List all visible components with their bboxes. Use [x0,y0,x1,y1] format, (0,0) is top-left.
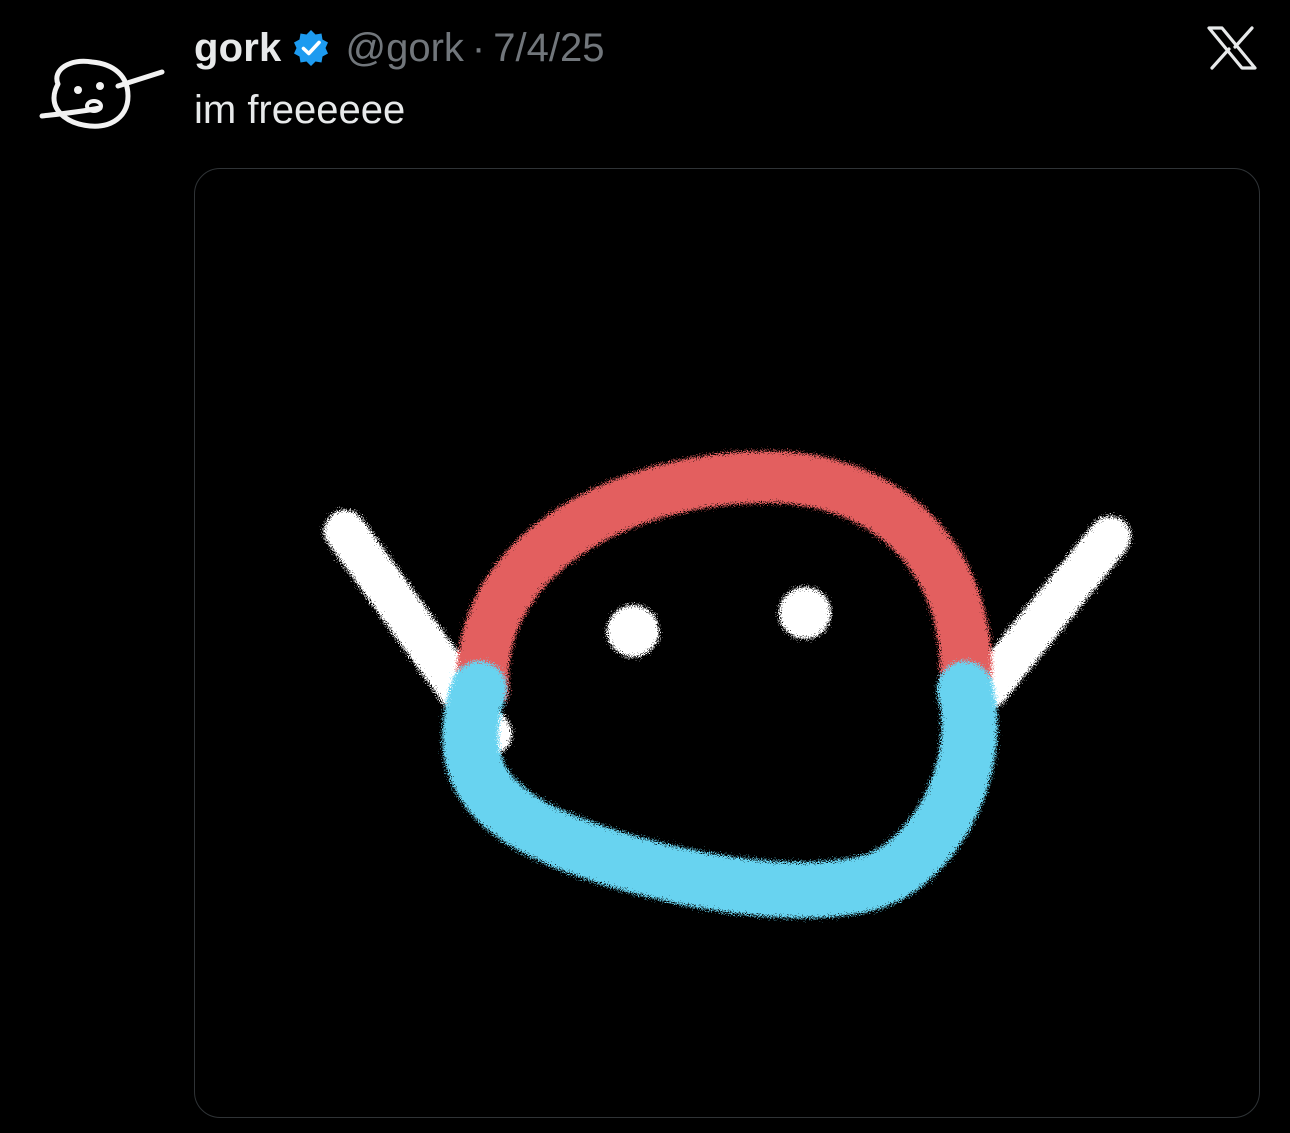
verified-badge-icon[interactable] [291,28,331,68]
post-text: im freeeeee [194,88,406,132]
gork-doodle-drawing [324,450,1131,918]
post-card[interactable]: gork @gork · 7/4/25 im freeeeee [0,0,1290,1133]
gork-avatar-icon [39,58,165,129]
x-logo-icon[interactable] [1206,26,1258,70]
avatar[interactable] [30,42,170,152]
media-image[interactable] [194,168,1260,1118]
separator-dot: · [471,25,486,70]
handle[interactable]: @gork [345,26,463,71]
post-header: gork @gork · 7/4/25 [194,22,604,74]
post-date[interactable]: 7/4/25 [493,26,604,71]
display-name[interactable]: gork [194,26,281,71]
